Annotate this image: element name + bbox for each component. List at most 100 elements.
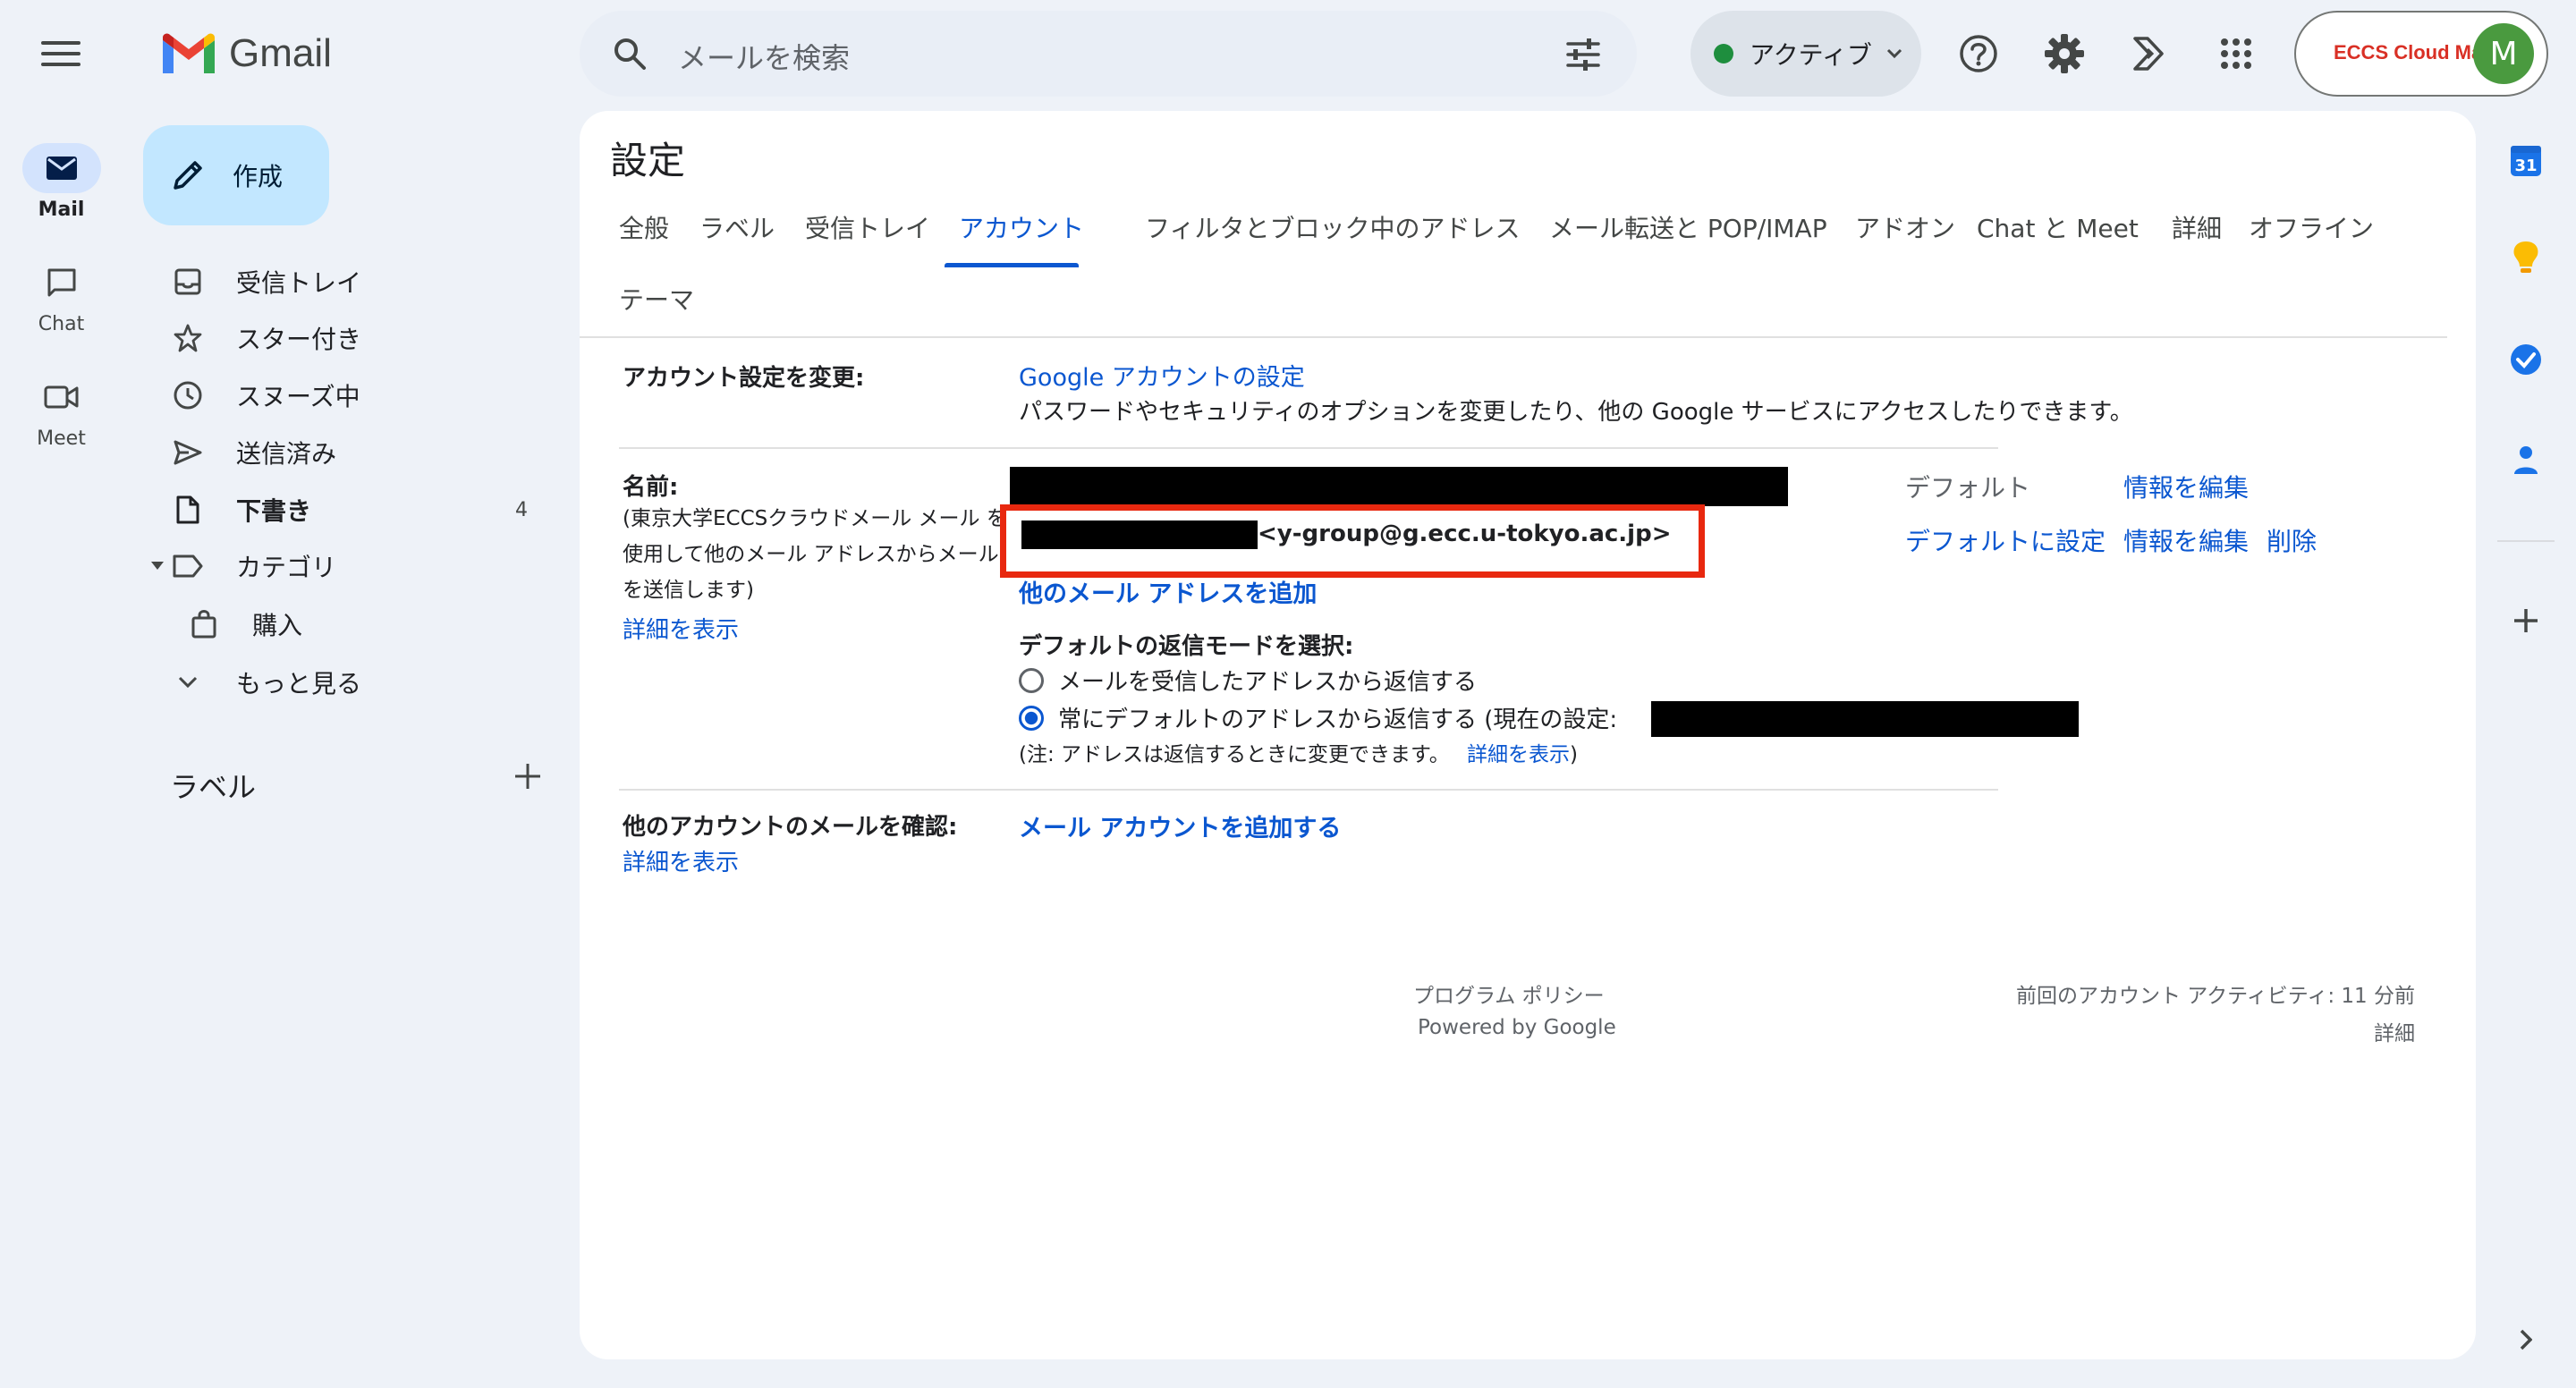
get-addons-button[interactable] <box>2503 597 2549 644</box>
nav-item-inbox[interactable]: 受信トレイ <box>170 259 546 304</box>
send-as-details-link[interactable]: 詳細を表示 <box>623 612 739 645</box>
status-selector[interactable]: アクティブ <box>1690 11 1921 97</box>
tab-addons[interactable]: アドオン <box>1855 209 1955 245</box>
active-tab-indicator <box>945 263 1079 267</box>
nav-label: 購入 <box>252 611 303 640</box>
clock-icon <box>174 381 202 410</box>
reply-note: (注: アドレスは返信するときに変更できます。 詳細を表示) <box>1019 743 1579 766</box>
tab-inbox[interactable]: 受信トレイ <box>805 209 930 245</box>
nav-item-sent[interactable]: 送信済み <box>170 430 546 475</box>
rail-label-chat: Chat <box>38 313 85 335</box>
gmail-logo[interactable]: Gmail <box>161 27 332 80</box>
edit-info-link-2[interactable]: 情報を編集 <box>2123 522 2249 558</box>
account-settings-label: アカウント設定を変更: <box>623 365 865 392</box>
rail-item-mail[interactable]: Mail <box>0 143 123 221</box>
send-as-description: (東京大学ECCSクラウドメール メール を 使用して他のメール アドレスからメ… <box>623 507 1007 602</box>
nav-item-starred[interactable]: スター付き <box>170 316 546 360</box>
star-icon <box>174 324 202 352</box>
add-address-link[interactable]: 他のメール アドレスを追加 <box>1019 574 1317 609</box>
draft-count: 4 <box>515 498 528 521</box>
reply-mode-heading: デフォルトの返信モードを選択: <box>1019 633 1354 660</box>
avatar[interactable]: M <box>2473 23 2534 84</box>
check-mail-details-link[interactable]: 詳細を表示 <box>623 844 739 877</box>
tab-advanced[interactable]: 詳細 <box>2172 209 2222 245</box>
nav-label: スヌーズ中 <box>236 382 360 411</box>
delete-link[interactable]: 削除 <box>2267 522 2317 558</box>
tab-forwarding[interactable]: メール転送と POP/IMAP <box>1549 209 1827 245</box>
shopping-bag-icon <box>191 610 216 639</box>
mail-icon <box>46 157 77 180</box>
account-settings-description: パスワードやセキュリティのオプションを変更したり、他の Google サービスに… <box>1019 399 2133 426</box>
nav-label: スター付き <box>236 325 362 354</box>
settings-panel: 設定 全般 ラベル 受信トレイ アカウント フィルタとブロック中のアドレス メー… <box>580 111 2476 1359</box>
gemini-button[interactable] <box>2122 27 2175 80</box>
tasks-button[interactable] <box>2503 336 2549 383</box>
nav-item-purchases[interactable]: 購入 <box>186 602 562 647</box>
reply-option-default[interactable]: 常にデフォルトのアドレスから返信する (現在の設定: <box>1019 701 1617 734</box>
help-button[interactable] <box>1952 27 2005 80</box>
make-default-link[interactable]: デフォルトに設定 <box>1905 522 2106 558</box>
keep-button[interactable] <box>2503 234 2549 281</box>
tab-chat-meet[interactable]: Chat と Meet <box>1977 209 2139 245</box>
edit-info-link[interactable]: 情報を編集 <box>2123 469 2249 504</box>
add-label-icon[interactable] <box>510 758 546 794</box>
tab-labels[interactable]: ラベル <box>699 209 775 245</box>
radio-reply-default[interactable] <box>1019 705 1044 731</box>
add-mail-account-link[interactable]: メール アカウントを追加する <box>1019 808 1341 843</box>
video-camera-icon <box>44 385 78 409</box>
chevron-down-icon <box>1886 48 1902 59</box>
redacted-current-setting <box>1651 701 2079 737</box>
apps-grid-icon <box>2221 38 2251 69</box>
contacts-button[interactable] <box>2503 436 2549 483</box>
show-side-panel-button[interactable] <box>2503 1316 2549 1363</box>
compose-button[interactable]: 作成 <box>143 125 329 225</box>
send-as-label: 名前: <box>623 474 679 501</box>
expand-arrow-icon[interactable] <box>150 561 165 571</box>
google-account-settings-link[interactable]: Google アカウントの設定 <box>1019 358 1305 393</box>
nav-item-drafts[interactable]: 下書き 4 <box>170 487 546 532</box>
main-menu-icon[interactable] <box>41 41 80 66</box>
chevron-down-icon <box>178 676 198 689</box>
nav-label: 下書き <box>236 496 312 526</box>
tab-filters[interactable]: フィルタとブロック中のアドレス <box>1145 209 1520 245</box>
send-icon <box>174 440 202 465</box>
tasks-icon <box>2511 344 2541 375</box>
tabs-divider <box>580 336 2447 338</box>
app-rail: Mail Chat Meet <box>0 0 123 1388</box>
search-icon[interactable] <box>612 36 648 72</box>
tab-themes[interactable]: テーマ <box>619 281 694 317</box>
rail-label-mail: Mail <box>38 199 85 221</box>
org-logo: ECCS Cloud Mail <box>2334 41 2494 63</box>
rail-label-meet: Meet <box>37 427 86 450</box>
program-policy-link[interactable]: プログラム ポリシー <box>1413 978 1605 1009</box>
settings-button[interactable] <box>2038 27 2091 80</box>
search-bar[interactable]: メールを検索 <box>580 11 1637 97</box>
chevron-right-icon <box>2520 1329 2532 1350</box>
rail-item-chat[interactable]: Chat <box>0 258 123 335</box>
side-rail-divider <box>2497 540 2555 542</box>
account-switcher[interactable]: ECCS Cloud Mail M <box>2294 11 2548 97</box>
rail-item-meet[interactable]: Meet <box>0 372 123 450</box>
nav-label: カテゴリ <box>236 553 337 582</box>
nav-item-snoozed[interactable]: スヌーズ中 <box>170 373 546 418</box>
help-icon <box>1960 35 1997 72</box>
activity-details-link[interactable]: 詳細 <box>2374 1016 2415 1046</box>
compose-label: 作成 <box>233 162 284 191</box>
labels-heading: ラベル <box>170 770 257 804</box>
label-icon <box>173 554 203 578</box>
search-options-icon[interactable] <box>1565 38 1601 72</box>
reply-option-received[interactable]: メールを受信したアドレスから返信する <box>1019 664 1477 697</box>
calendar-button[interactable]: 31 <box>2503 138 2549 184</box>
reply-note-details-link[interactable]: 詳細を表示 <box>1467 743 1570 766</box>
search-input[interactable]: メールを検索 <box>678 36 850 77</box>
apps-button[interactable] <box>2209 27 2263 80</box>
tab-accounts[interactable]: アカウント <box>959 209 1084 245</box>
tab-general[interactable]: 全般 <box>619 209 669 245</box>
tab-offline[interactable]: オフライン <box>2249 209 2374 245</box>
nav-item-categories[interactable]: カテゴリ <box>150 544 526 588</box>
last-activity: 前回のアカウント アクティビティ: 11 分前 <box>2015 985 2415 1008</box>
radio-reply-received[interactable] <box>1019 667 1044 693</box>
redacted-name <box>1010 467 1788 506</box>
nav-item-more[interactable]: もっと見る <box>170 660 546 705</box>
default-badge: デフォルト <box>1905 473 2031 503</box>
